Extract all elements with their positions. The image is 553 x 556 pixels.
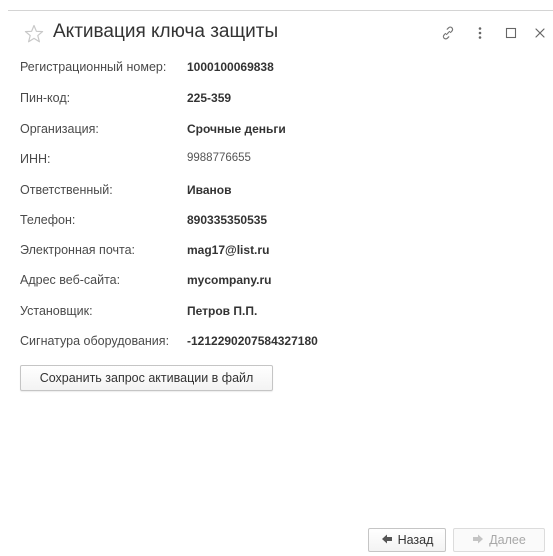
next-button[interactable]: Далее: [453, 528, 545, 552]
field-label: Установщик:: [20, 304, 93, 318]
field-label: ИНН:: [20, 152, 51, 166]
arrow-right-icon: [472, 533, 484, 548]
field-value: 890335350535: [187, 213, 268, 227]
close-icon[interactable]: [529, 22, 551, 44]
field-label: Пин-код:: [20, 91, 71, 105]
field-value: -1212290207584327180: [187, 334, 318, 348]
field-label: Регистрационный номер:: [20, 60, 167, 74]
field-value: mag17@list.ru: [187, 243, 270, 257]
back-button[interactable]: Назад: [368, 528, 446, 552]
save-activation-request-button[interactable]: Сохранить запрос активации в файл: [20, 365, 273, 391]
field-label: Телефон:: [20, 213, 76, 227]
field-label: Ответственный:: [20, 183, 113, 197]
next-button-label: Далее: [489, 533, 526, 547]
field-label: Электронная почта:: [20, 243, 136, 257]
field-value: Срочные деньги: [187, 122, 286, 136]
field-label: Сигнатура оборудования:: [20, 334, 170, 348]
field-value: 1000100069838: [187, 60, 274, 74]
field-value: Иванов: [187, 183, 232, 197]
back-button-label: Назад: [397, 533, 434, 547]
field-value: mycompany.ru: [187, 273, 272, 287]
more-icon[interactable]: [469, 22, 491, 44]
title-bar: Активация ключа защиты: [0, 14, 553, 54]
arrow-left-icon: [381, 533, 393, 548]
field-label: Адрес веб-сайта:: [20, 273, 121, 287]
link-icon[interactable]: [437, 22, 459, 44]
field-value: Петров П.П.: [187, 304, 258, 318]
window-title: Активация ключа защиты: [53, 21, 279, 42]
star-icon[interactable]: [24, 24, 44, 44]
field-label: Организация:: [20, 122, 99, 136]
maximize-icon[interactable]: [500, 22, 522, 44]
field-value: 225-359: [187, 91, 232, 105]
top-divider: [8, 10, 553, 11]
field-value: 9988776655: [187, 152, 251, 164]
